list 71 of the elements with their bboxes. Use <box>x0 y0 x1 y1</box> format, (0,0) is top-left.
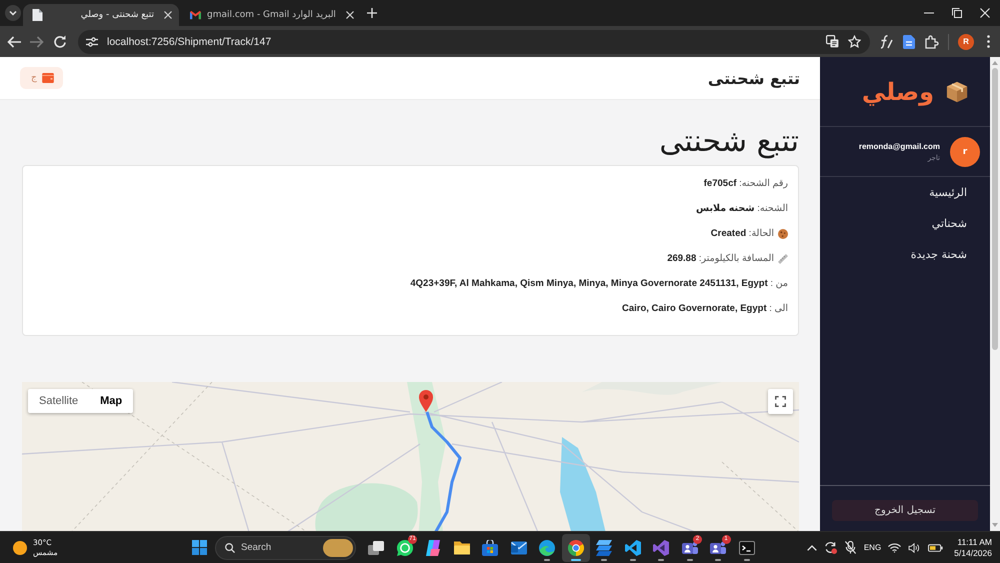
language-indicator[interactable]: ENG <box>864 543 882 552</box>
site-settings-icon[interactable] <box>86 36 98 46</box>
user-avatar: r <box>950 136 980 166</box>
profile-avatar[interactable]: R <box>958 34 974 50</box>
speaker-icon[interactable] <box>908 542 922 552</box>
search-icon <box>225 542 235 552</box>
ruler-icon <box>778 254 788 264</box>
map-type-tab[interactable]: Map <box>89 389 134 413</box>
translate-icon[interactable] <box>826 35 839 48</box>
bookmark-star-icon[interactable] <box>848 35 861 48</box>
taskbar-button[interactable] <box>562 534 590 562</box>
detail-text: الشحنه: شحنه ملابس <box>696 203 788 214</box>
menu-icon[interactable] <box>987 35 990 48</box>
battery-icon[interactable] <box>928 544 944 552</box>
extensions-icon[interactable] <box>925 34 939 48</box>
sync-alert-icon[interactable] <box>824 541 837 554</box>
scrollbar-thumb[interactable] <box>992 68 998 350</box>
cookie-icon <box>778 228 788 238</box>
header-title: تتبع شحنتى <box>708 68 800 88</box>
photo-placeholder <box>323 538 353 556</box>
chevron-up-icon[interactable] <box>806 544 817 550</box>
angled-ribbon-icon <box>624 540 641 556</box>
tab-search-icon[interactable] <box>5 5 21 21</box>
fullscreen-icon <box>775 396 786 407</box>
scrollbar[interactable] <box>990 57 1000 531</box>
brand-name: وصلي <box>862 78 934 106</box>
folder-icon <box>454 540 470 556</box>
reload-icon[interactable] <box>53 34 67 48</box>
document-icon <box>32 9 43 21</box>
close-tab-icon[interactable] <box>346 11 354 19</box>
sun-icon[interactable] <box>13 540 27 554</box>
back-icon[interactable] <box>7 34 21 48</box>
envelope-icon <box>510 540 527 556</box>
map-pin-icon[interactable] <box>419 390 433 412</box>
fullscreen-button[interactable] <box>768 389 793 414</box>
overlapping-windows-icon <box>368 540 384 556</box>
swirl-icon <box>539 540 556 556</box>
restore-icon[interactable] <box>952 8 962 18</box>
clock-date[interactable]: 5/14/2026 <box>954 548 992 558</box>
logout-button[interactable]: تسجيل الخروج <box>832 500 978 521</box>
nav-item[interactable]: شحنة جديدة <box>820 239 990 270</box>
box-icon <box>946 80 968 102</box>
shopping-bag-icon <box>482 540 498 556</box>
muted-microphone-icon[interactable] <box>844 541 857 554</box>
clock-time[interactable]: 11:11 AM <box>957 536 992 548</box>
document-icon[interactable] <box>902 34 916 48</box>
new-tab-icon[interactable] <box>366 8 377 18</box>
wifi-icon[interactable] <box>888 542 902 552</box>
map-type-tab[interactable]: Satellite <box>28 389 90 413</box>
people-tile-icon <box>710 540 726 556</box>
browser-tab[interactable]: تتبع شحنتى - وصلي <box>23 4 179 26</box>
nav-item[interactable]: الرئيسية <box>820 177 990 208</box>
browser-tab[interactable]: gmail.com - Gmail البريد الوارد <box>181 4 361 26</box>
user-email: remonda@gmail.com <box>858 142 940 150</box>
chat-bubble-icon <box>396 540 413 556</box>
card-icon <box>42 73 54 83</box>
function-icon[interactable] <box>879 34 893 48</box>
page-title: تتبع شحنتى <box>658 123 799 161</box>
tricolor-circle-icon <box>568 540 584 556</box>
multicolor-app-icon <box>425 540 442 556</box>
search-field[interactable]: Search <box>215 536 356 560</box>
terminal-icon <box>738 540 755 556</box>
nav-item[interactable]: شحناتي <box>820 208 990 239</box>
mail-logo-icon <box>190 9 201 21</box>
close-icon[interactable] <box>980 8 990 18</box>
close-tab-icon[interactable] <box>164 11 172 19</box>
loop-ribbon-icon <box>653 540 670 556</box>
people-tile-icon <box>682 540 698 556</box>
address-bar[interactable]: localhost:7256/Shipment/Track/147 <box>78 30 870 54</box>
stacked-bands-icon <box>596 540 612 556</box>
four-panes-icon[interactable] <box>192 540 207 555</box>
